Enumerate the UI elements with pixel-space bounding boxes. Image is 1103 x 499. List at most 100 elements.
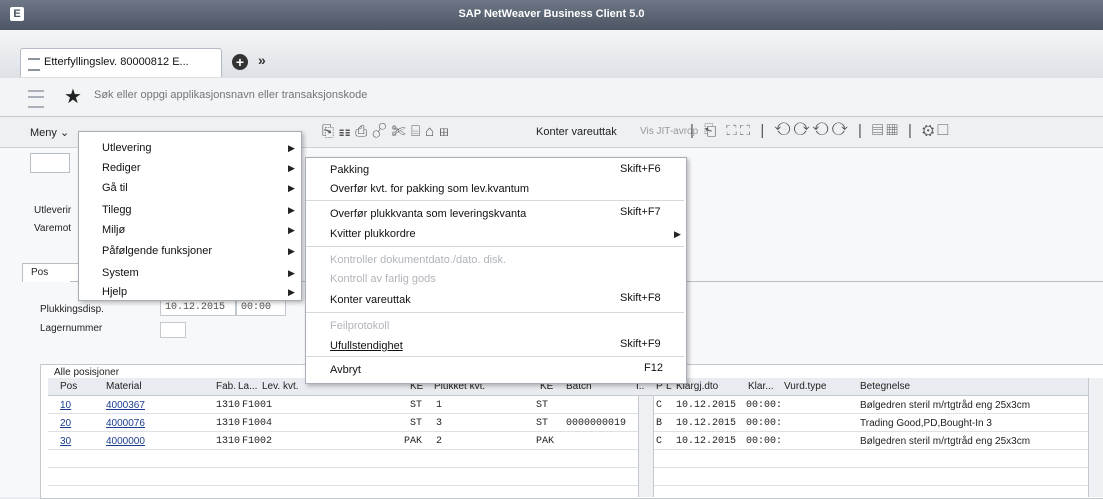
- cell-batch[interactable]: 0000000019: [566, 418, 626, 429]
- cell-l: C: [656, 436, 663, 447]
- cell-ke: ST: [410, 418, 423, 429]
- cell-lev[interactable]: 4: [266, 418, 272, 429]
- col-vurd[interactable]: Vurd.type: [784, 381, 826, 392]
- menu-item-utlevering[interactable]: Utlevering: [102, 142, 152, 154]
- tab-active-label[interactable]: Etterfyllingslev. 80000812 E...: [44, 56, 189, 68]
- cell-betegnelse: Bølgedren steril m/rtgtråd eng 25x3cm: [860, 400, 1031, 411]
- shortcut-overfor-plukkvanta: Skift+F7: [620, 206, 661, 218]
- cell-pos[interactable]: 10: [60, 400, 71, 411]
- cell-lev[interactable]: 2: [266, 436, 272, 447]
- submenu-item-avbryt[interactable]: Avbryt: [330, 364, 361, 376]
- menu-item-pafolgende-funksjoner[interactable]: Påfølgende funksjoner: [102, 245, 212, 257]
- submenu-arrow-icon: ▶: [674, 229, 681, 239]
- menu-item-miljo[interactable]: Miljø: [102, 224, 125, 236]
- cell-pos[interactable]: 30: [60, 436, 71, 447]
- submenu-arrow-icon: ▶: [288, 287, 295, 297]
- status-control[interactable]: [30, 153, 70, 173]
- shortcut-konter-vareuttak: Skift+F8: [620, 292, 661, 304]
- cell-betegnelse: Bølgedren steril m/rtgtråd eng 25x3cm: [860, 436, 1031, 447]
- cell-klar: 00:00:: [746, 436, 783, 447]
- cell-plukket[interactable]: 3: [436, 418, 442, 429]
- menu-separator: [306, 200, 684, 201]
- toolbar-icons-group[interactable]: ⎘☷⎙☍✄⌸⌂⊞: [322, 123, 454, 140]
- submenu-item-ufullstendighet[interactable]: Ufullstendighet: [330, 340, 403, 352]
- shortcut-ufullstendighet: Skift+F9: [620, 338, 661, 350]
- cell-material[interactable]: 4000076: [106, 418, 145, 429]
- cell-plukket[interactable]: 2: [436, 436, 442, 447]
- hamburger-menu-icon[interactable]: [28, 90, 44, 108]
- submenu-item-feilprotokoll: Feilprotokoll: [330, 320, 390, 332]
- table-row[interactable]: 30 4000000 1310 F100 2 PAK 2 PAK C 10.12…: [48, 432, 1103, 450]
- cell-betegnelse: Trading Good,PD,Bought-In 3: [860, 418, 992, 429]
- cell-klargj: 10.12.2015: [676, 418, 737, 429]
- menu-item-system[interactable]: System: [102, 267, 139, 279]
- submenu-arrow-icon: ▶: [288, 183, 295, 193]
- menu-separator: [306, 246, 684, 247]
- submenu-item-overfor-plukkvanta[interactable]: Overfør plukkvanta som leveringskvanta: [330, 208, 526, 220]
- cell-klar: 00:00:: [746, 400, 783, 411]
- table-row-empty[interactable]: [48, 468, 1103, 486]
- utlevering-label: Utleverir: [34, 205, 72, 216]
- plukkingsdisp-time-field[interactable]: 00:00: [236, 300, 286, 316]
- submenu-arrow-icon: ▶: [288, 225, 295, 235]
- cell-klargj: 10.12.2015: [676, 436, 737, 447]
- col-material[interactable]: Material: [106, 381, 142, 392]
- col-klar[interactable]: Klar...: [748, 381, 774, 392]
- menu-item-ga-til[interactable]: Gå til: [102, 182, 128, 194]
- list-icon: [28, 58, 40, 71]
- menu-item-hjelp[interactable]: Hjelp: [102, 286, 127, 298]
- tab-positions[interactable]: Pos: [22, 263, 80, 282]
- varemottaker-label: Varemot: [34, 223, 72, 234]
- submenu-arrow-icon: ▶: [288, 246, 295, 256]
- submenu-item-overfor-kvt-pakking[interactable]: Overfør kvt. for pakking som lev.kvantum: [330, 183, 529, 195]
- search-input[interactable]: [94, 86, 454, 104]
- row-selector-column[interactable]: [638, 396, 654, 497]
- menu-separator: [306, 356, 684, 357]
- table-row[interactable]: 10 4000367 1310 F100 1 ST 1 ST C 10.12.2…: [48, 396, 1103, 414]
- submenu-item-konter-vareuttak[interactable]: Konter vareuttak: [330, 294, 411, 306]
- menu-item-tilegg[interactable]: Tilegg: [102, 204, 132, 216]
- konter-vareuttak-button[interactable]: Konter vareuttak: [536, 126, 617, 138]
- cell-la: F100: [242, 400, 267, 411]
- cell-ke2: ST: [536, 400, 549, 411]
- submenu-arrow-icon: ▶: [288, 205, 295, 215]
- cell-ke: PAK: [404, 436, 423, 447]
- menu-separator: [306, 312, 684, 313]
- cell-material[interactable]: 4000367: [106, 400, 145, 411]
- cell-la: F100: [242, 418, 267, 429]
- col-lev[interactable]: Lev. kvt.: [262, 381, 299, 392]
- col-pos[interactable]: Pos: [60, 381, 77, 392]
- submenu-arrow-icon: ▶: [288, 268, 295, 278]
- col-fab[interactable]: Fab.: [216, 381, 236, 392]
- cell-ke2: ST: [536, 418, 549, 429]
- cell-l: C: [656, 400, 663, 411]
- shortcut-pakking: Skift+F6: [620, 163, 661, 175]
- submenu-item-kontroll-farlig-gods: Kontroll av farlig gods: [330, 273, 436, 285]
- cell-l: B: [656, 418, 663, 429]
- toolbar-icons-group-2[interactable]: | ⎗ ⛶⛶ | ⟲⟳⟲⟳ | ▤▦ | ⚙☐: [690, 122, 952, 139]
- lagernummer-field[interactable]: [160, 322, 186, 338]
- submenu-arrow-icon: ▶: [288, 163, 295, 173]
- submenu-item-pakking[interactable]: Pakking: [330, 164, 369, 176]
- plus-circle-icon[interactable]: +: [232, 54, 248, 70]
- cell-material[interactable]: 4000000: [106, 436, 145, 447]
- table-row[interactable]: 20 4000076 1310 F100 4 ST 3 ST 000000001…: [48, 414, 1103, 432]
- table-row-empty[interactable]: [48, 450, 1103, 468]
- col-betegnelse[interactable]: Betegnelse: [860, 381, 910, 392]
- cell-pos[interactable]: 20: [60, 418, 71, 429]
- cell-klar: 00:00:: [746, 418, 783, 429]
- cell-ke2: PAK: [536, 436, 555, 447]
- menu-item-rediger[interactable]: Rediger: [102, 162, 141, 174]
- shortcut-avbryt: F12: [644, 362, 663, 374]
- cell-plukket[interactable]: 1: [436, 400, 442, 411]
- menu-button[interactable]: Meny ⌄: [30, 126, 69, 139]
- double-chevron-right-icon[interactable]: »: [258, 52, 266, 68]
- star-icon[interactable]: ★: [64, 84, 82, 109]
- submenu-item-kvitter-plukkordre[interactable]: Kvitter plukkordre: [330, 228, 416, 240]
- col-la[interactable]: La...: [238, 381, 257, 392]
- table-title: Alle posisjoner: [54, 367, 120, 378]
- cell-lev[interactable]: 1: [266, 400, 272, 411]
- table-scrollbar[interactable]: [1088, 378, 1103, 497]
- plukkingsdisp-date-field[interactable]: 10.12.2015: [160, 300, 236, 316]
- cell-fab: 1310: [216, 436, 241, 447]
